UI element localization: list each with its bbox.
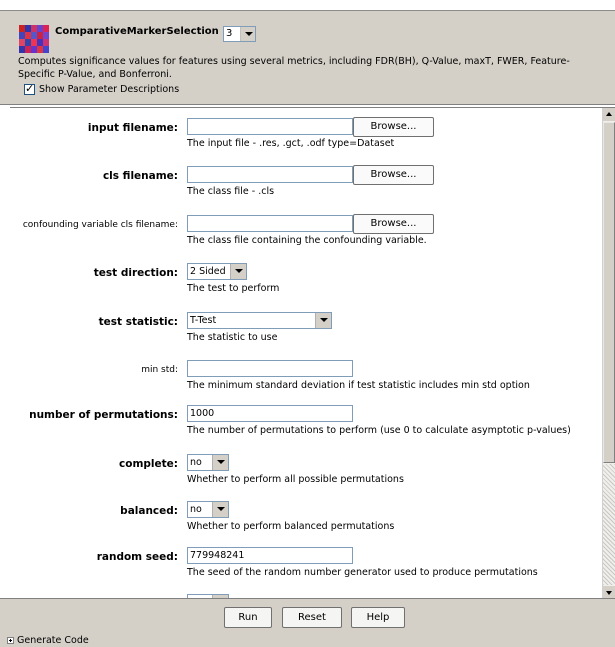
param-hint: The class file - .cls [187,186,275,197]
top-strip [0,0,615,10]
param-label: input filename: [87,122,178,134]
version-select[interactable]: 3 [223,26,256,42]
confounding-cls-filename-field[interactable] [187,215,353,232]
cls-filename-browse-button[interactable]: Browse... [353,165,434,185]
test-direction-select[interactable]: 2 Sided [187,263,247,280]
scrollbar-track[interactable] [603,464,615,585]
vertical-scrollbar[interactable] [602,108,615,599]
param-hint: The statistic to use [187,332,278,343]
complete-value: no [190,457,202,468]
cls-filename-field[interactable] [187,166,353,183]
module-description: Computes significance values for feature… [18,56,570,80]
param-hint: Whether to perform balanced permutations [187,521,395,532]
param-hint: The minimum standard deviation if test s… [187,380,530,391]
param-label: balanced: [120,505,178,517]
generate-code-toggle[interactable]: Generate Code [7,635,89,646]
action-footer: Run Reset Help Generate Code [0,598,615,647]
show-descriptions-label: Show Parameter Descriptions [39,84,180,95]
help-button[interactable]: Help [351,607,405,628]
show-descriptions-checkbox[interactable] [24,82,35,95]
expand-plus-icon[interactable] [7,637,14,644]
module-title: ComparativeMarkerSelection [55,26,219,37]
show-descriptions-toggle[interactable]: Show Parameter Descriptions [24,82,180,95]
input-filename-browse-button[interactable]: Browse... [353,117,434,137]
module-header: ComparativeMarkerSelection 3 Computes si… [0,10,615,105]
chevron-down-icon[interactable] [212,455,228,470]
chevron-down-icon[interactable] [212,502,228,517]
scroll-up-icon[interactable] [603,108,615,121]
run-button[interactable]: Run [224,607,272,628]
test-statistic-select[interactable]: T-Test [187,312,332,329]
param-label: min std: [141,365,178,375]
param-label: test direction: [93,267,178,279]
chevron-down-icon[interactable] [230,264,246,279]
reset-button[interactable]: Reset [282,607,342,628]
number-of-permutations-field[interactable]: 1000 [187,405,353,422]
param-label: random seed: [96,551,178,563]
param-hint: The number of permutations to perform (u… [187,425,571,436]
balanced-select[interactable]: no [187,501,229,518]
confounding-cls-browse-button[interactable]: Browse... [353,214,434,234]
module-logo-icon [19,25,49,53]
generate-code-label: Generate Code [17,635,89,646]
input-filename-field[interactable] [187,118,353,135]
param-hint: The class file containing the confoundin… [187,235,427,246]
param-label: cls filename: [102,170,178,182]
param-hint: Whether to perform all possible permutat… [187,474,404,485]
parameters-scroll-area[interactable]: input filename: Browse... The input file… [10,107,615,599]
chevron-down-icon[interactable] [315,313,331,328]
version-value: 3 [226,28,233,39]
chevron-down-icon[interactable] [240,27,255,41]
param-label: number of permutations: [29,409,178,421]
param-hint: The seed of the random number generator … [187,567,538,578]
param-label: test statistic: [98,316,178,328]
min-std-field[interactable] [187,360,353,377]
balanced-value: no [190,504,202,515]
random-seed-field[interactable]: 779948241 [187,547,353,564]
param-hint: The input file - .res, .gct, .odf type=D… [187,138,395,149]
complete-select[interactable]: no [187,454,229,471]
param-label: complete: [119,458,178,470]
scrollbar-thumb[interactable] [603,122,615,463]
test-direction-value: 2 Sided [190,266,226,277]
test-statistic-value: T-Test [190,315,217,326]
param-hint: The test to perform [187,283,280,294]
param-label: confounding variable cls filename: [22,220,178,230]
